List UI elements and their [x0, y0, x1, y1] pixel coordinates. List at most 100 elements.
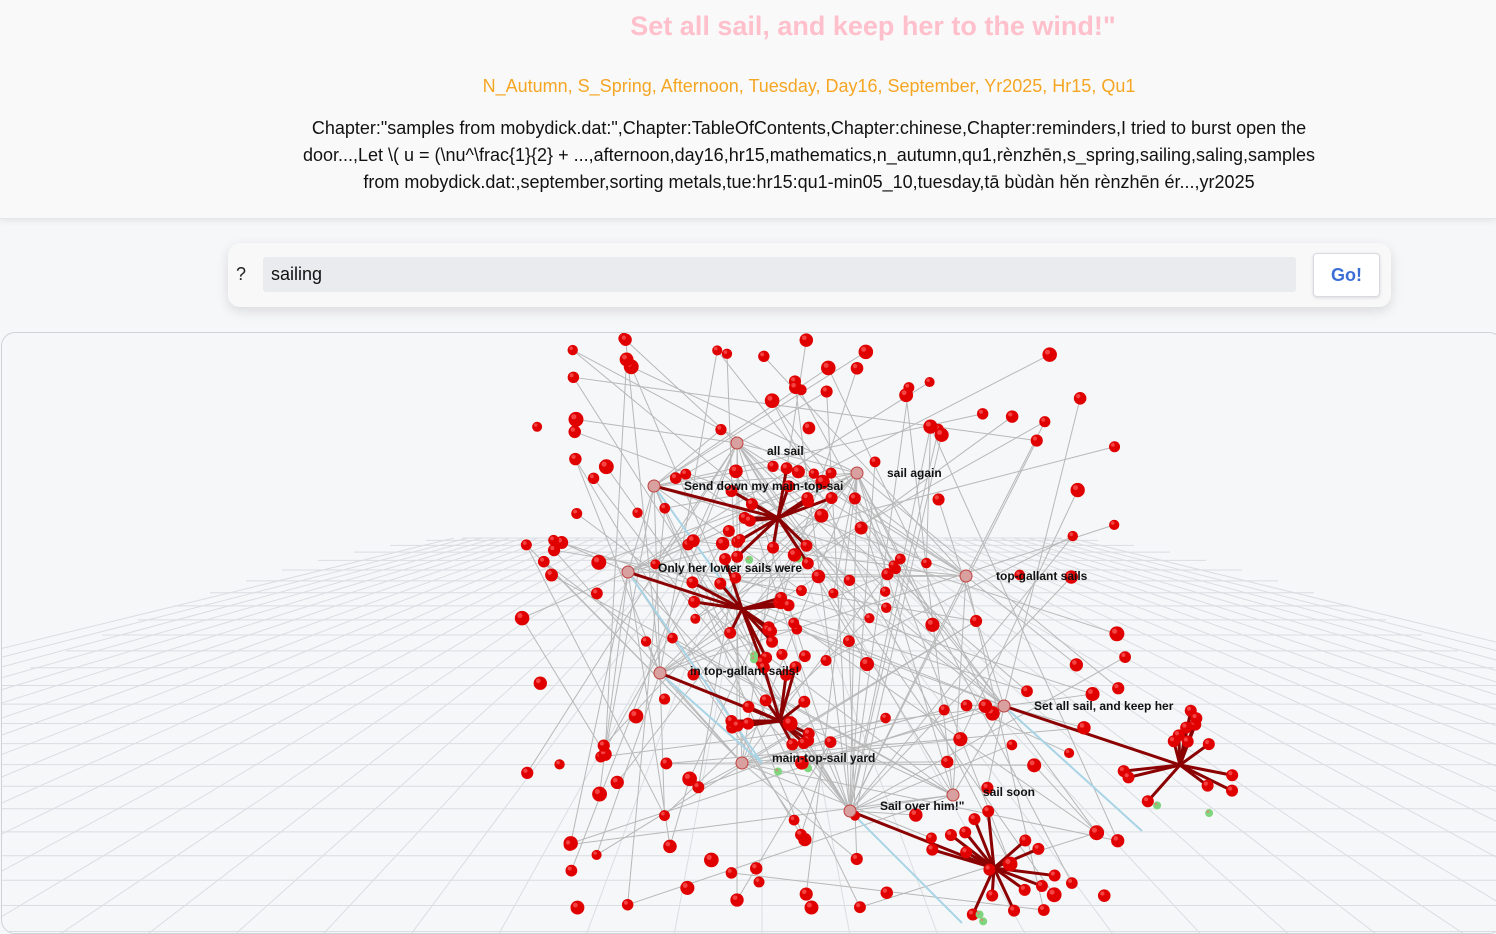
graph-node[interactable] [792, 465, 805, 478]
graph-node[interactable] [722, 349, 732, 359]
graph-node[interactable] [564, 838, 576, 850]
graph-node[interactable] [860, 657, 874, 671]
go-button[interactable]: Go! [1313, 253, 1380, 297]
graph-node[interactable] [789, 815, 800, 826]
graph-node[interactable] [1027, 758, 1041, 772]
graph-node[interactable] [729, 464, 743, 478]
graph-node[interactable] [730, 893, 743, 906]
graph-node[interactable] [859, 345, 874, 360]
graph-node[interactable] [659, 694, 670, 705]
graph-node[interactable] [933, 493, 945, 505]
graph-node[interactable] [986, 889, 998, 901]
search-input[interactable] [263, 257, 1296, 292]
graph-node[interactable] [611, 776, 624, 789]
label-node[interactable] [844, 805, 856, 817]
graph-node[interactable] [660, 758, 672, 770]
graph-node[interactable] [803, 422, 816, 435]
graph-node[interactable] [1098, 889, 1111, 902]
graph-node[interactable] [515, 611, 530, 626]
graph-node[interactable] [798, 696, 810, 708]
graph-node[interactable] [732, 720, 744, 732]
graph-node[interactable] [1008, 905, 1020, 917]
graph-node[interactable] [921, 558, 932, 569]
graph-node[interactable] [849, 492, 861, 504]
graph-node[interactable] [899, 388, 913, 402]
aux-node[interactable] [976, 911, 984, 919]
graph-node[interactable] [977, 408, 988, 419]
graph-node[interactable] [566, 865, 578, 877]
graph-node[interactable] [800, 333, 814, 347]
graph-node[interactable] [800, 540, 812, 552]
graph-node[interactable] [746, 498, 758, 510]
graph-node[interactable] [798, 737, 810, 749]
graph-node[interactable] [521, 767, 533, 779]
graph-node[interactable] [1019, 835, 1031, 847]
graph-node[interactable] [687, 534, 700, 547]
graph-node[interactable] [821, 361, 836, 376]
graph-node[interactable] [881, 602, 892, 613]
graph-node[interactable] [1109, 441, 1120, 452]
graph-node[interactable] [619, 334, 631, 346]
graph-node[interactable] [979, 699, 993, 713]
graph-node[interactable] [968, 813, 980, 825]
graph-node[interactable] [659, 810, 670, 821]
graph-node[interactable] [760, 694, 772, 706]
graph-node[interactable] [960, 846, 972, 858]
graph-node[interactable] [970, 615, 982, 627]
graph-node[interactable] [538, 556, 550, 568]
graph-node[interactable] [1006, 410, 1018, 422]
graph-node[interactable] [670, 472, 682, 484]
graph-node[interactable] [1064, 748, 1074, 758]
graph-node[interactable] [599, 459, 614, 474]
graph-node[interactable] [598, 740, 610, 752]
graph-node[interactable] [1021, 685, 1033, 697]
graph-node[interactable] [765, 393, 780, 408]
aux-node[interactable] [1205, 809, 1213, 817]
graph-node[interactable] [851, 853, 863, 865]
graph-node[interactable] [783, 716, 798, 731]
graph-node[interactable] [870, 456, 881, 467]
graph-node[interactable] [1226, 769, 1238, 781]
graph-node[interactable] [1122, 771, 1134, 783]
label-node[interactable] [998, 700, 1010, 712]
graph-node[interactable] [923, 419, 937, 433]
graph-node[interactable] [1031, 435, 1043, 447]
graph-node[interactable] [622, 899, 633, 910]
graph-node[interactable] [1038, 904, 1050, 916]
graph-node[interactable] [534, 677, 547, 690]
graph-node[interactable] [826, 492, 838, 504]
graph-node[interactable] [592, 850, 602, 860]
graph-node[interactable] [821, 655, 832, 666]
graph-node[interactable] [726, 867, 738, 879]
graph-node[interactable] [548, 544, 560, 556]
graph-node[interactable] [1068, 531, 1078, 541]
graph-node[interactable] [854, 901, 866, 913]
label-node[interactable] [851, 467, 863, 479]
graph-node[interactable] [1066, 877, 1078, 889]
graph-node[interactable] [767, 542, 779, 554]
graph-node[interactable] [1168, 735, 1180, 747]
graph-node[interactable] [1032, 843, 1044, 855]
graph-node[interactable] [765, 625, 777, 637]
graph-node[interactable] [1142, 795, 1154, 807]
graph-node[interactable] [714, 578, 726, 590]
graph-node[interactable] [1074, 392, 1087, 405]
graph-node[interactable] [961, 700, 973, 712]
graph-node[interactable] [767, 461, 778, 472]
label-node[interactable] [736, 757, 748, 769]
graph-node[interactable] [663, 840, 677, 854]
graph-node[interactable] [925, 618, 939, 632]
graph-node[interactable] [800, 887, 813, 900]
graph-node[interactable] [1077, 721, 1090, 734]
label-node[interactable] [960, 570, 972, 582]
graph-node[interactable] [844, 575, 855, 586]
graph-node[interactable] [855, 521, 868, 534]
aux-node[interactable] [750, 655, 758, 663]
graph-node[interactable] [801, 492, 813, 504]
label-node[interactable] [731, 437, 743, 449]
graph-node[interactable] [895, 554, 906, 565]
graph-node[interactable] [1070, 658, 1083, 671]
graph-node[interactable] [941, 756, 953, 768]
graph-node[interactable] [1111, 834, 1124, 847]
graph-node[interactable] [1109, 520, 1119, 530]
